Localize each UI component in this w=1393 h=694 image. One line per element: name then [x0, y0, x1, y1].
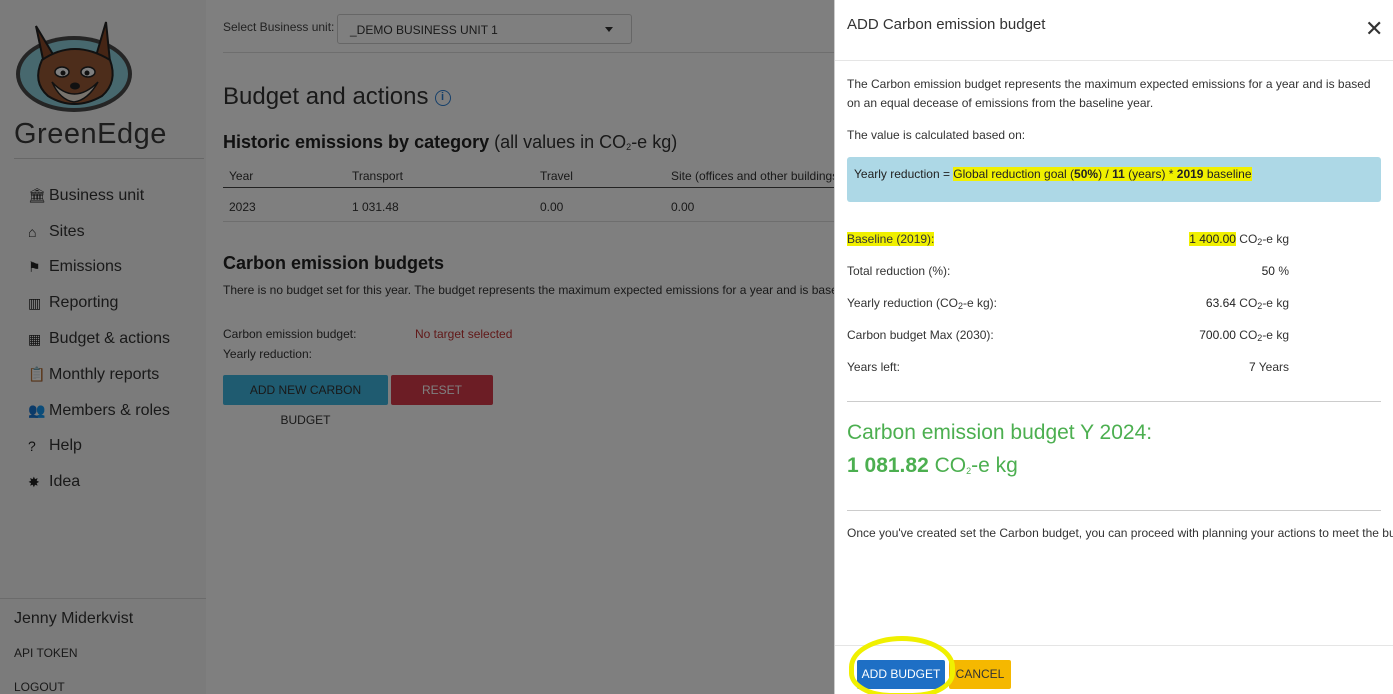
- stat-label: Baseline (2019):: [847, 232, 935, 246]
- stat-value: 1 400.00 CO2-e kg: [1189, 232, 1289, 247]
- stat-yearly-reduction: Yearly reduction (CO2-e kg): 63.64 CO2-e…: [847, 293, 1289, 325]
- modal-description: The Carbon emission budget represents th…: [847, 77, 1371, 110]
- stat-label: Carbon budget Max (2030):: [847, 328, 994, 342]
- stat-value: 700.00 CO2-e kg: [1199, 328, 1289, 343]
- budget-result-title: Carbon emission budget Y 2024:: [847, 421, 1153, 444]
- stat-total-reduction: Total reduction (%): 50 %: [847, 261, 1289, 293]
- divider: [847, 510, 1381, 511]
- modal-title: ADD Carbon emission budget: [847, 16, 1046, 33]
- divider: [835, 645, 1393, 646]
- stat-value: 50 %: [1261, 264, 1289, 278]
- stat-label: Years left:: [847, 360, 900, 374]
- stat-label: Total reduction (%):: [847, 264, 951, 278]
- cancel-button[interactable]: CANCEL: [949, 660, 1011, 689]
- formula-box: Yearly reduction = Global reduction goal…: [847, 157, 1381, 202]
- add-budget-modal: ADD Carbon emission budget ✕ The Carbon …: [834, 0, 1393, 694]
- modal-note: Once you've created set the Carbon budge…: [847, 526, 1393, 540]
- budget-result-value: 1 081.82 CO2-e kg: [847, 454, 1018, 477]
- stat-years-left: Years left: 7 Years: [847, 357, 1289, 389]
- stat-label: Yearly reduction (CO2-e kg):: [847, 296, 997, 311]
- stat-budget-max: Carbon budget Max (2030): 700.00 CO2-e k…: [847, 325, 1289, 357]
- divider: [847, 401, 1381, 402]
- modal-backdrop[interactable]: [0, 0, 834, 694]
- close-icon[interactable]: ✕: [1365, 18, 1383, 40]
- add-budget-button[interactable]: ADD BUDGET: [857, 660, 945, 689]
- stat-baseline: Baseline (2019): 1 400.00 CO2-e kg: [847, 229, 1289, 261]
- budget-stats: Baseline (2019): 1 400.00 CO2-e kg Total…: [847, 229, 1289, 389]
- stat-value: 63.64 CO2-e kg: [1205, 296, 1289, 311]
- stat-value: 7 Years: [1248, 360, 1289, 374]
- calculation-label: The value is calculated based on:: [847, 128, 1026, 142]
- divider: [835, 60, 1393, 61]
